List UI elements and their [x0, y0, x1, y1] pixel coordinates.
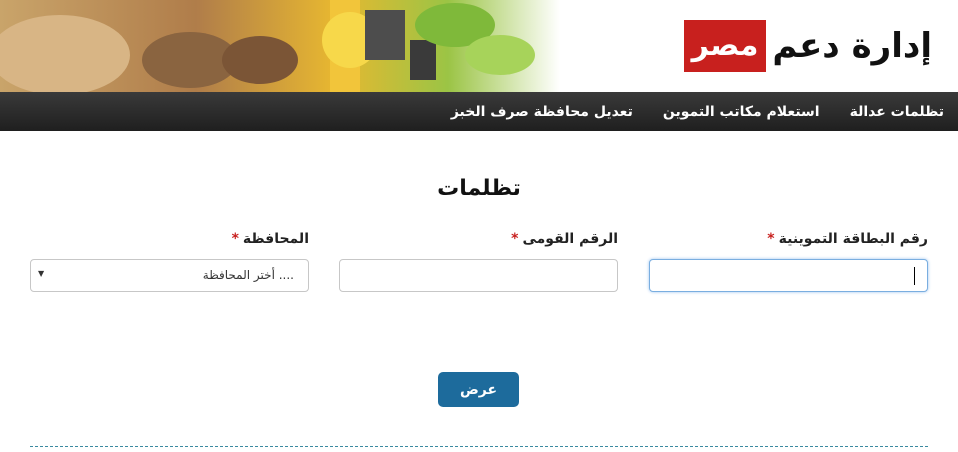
card-number-label: رقم البطاقة التموينية* [649, 228, 928, 250]
required-mark: * [231, 231, 239, 247]
page-title: تظلمات [437, 176, 521, 201]
card-number-input[interactable] [649, 259, 928, 292]
nav-item-supply-offices[interactable]: استعلام مكاتب التموين [663, 104, 820, 120]
governorate-field: المحافظة* .... أختر المحافظة ▼ [30, 228, 309, 292]
national-id-label-text: الرقم القومى [522, 231, 618, 247]
governorate-selected-value: .... أختر المحافظة [202, 268, 294, 282]
nav-item-adala-complaints[interactable]: تظلمات عدالة [850, 104, 944, 120]
governorate-select[interactable]: .... أختر المحافظة ▼ [30, 259, 309, 292]
governorate-label: المحافظة* [30, 228, 309, 250]
national-id-label: الرقم القومى* [339, 228, 618, 250]
divider [30, 446, 928, 447]
site-logo[interactable]: إدارة دعم مصر [683, 20, 932, 72]
required-mark: * [767, 231, 775, 247]
submit-button[interactable]: عرض [438, 372, 519, 407]
dropdown-arrow-icon: ▼ [38, 269, 45, 278]
text-caret [914, 267, 915, 285]
governorate-label-text: المحافظة [242, 231, 309, 247]
header-banner: إدارة دعم مصر [0, 0, 958, 92]
logo-box: مصر [683, 20, 767, 72]
banner-image [0, 0, 560, 92]
main-nav: تظلمات عدالة استعلام مكاتب التموين تعديل… [0, 92, 958, 131]
nav-item-bread-governorate[interactable]: تعديل محافظة صرف الخبز [451, 104, 633, 120]
logo-text: إدارة دعم [772, 26, 932, 66]
national-id-field: الرقم القومى* [339, 228, 618, 292]
national-id-input[interactable] [339, 259, 618, 292]
card-number-label-text: رقم البطاقة التموينية [778, 231, 928, 247]
card-number-field: رقم البطاقة التموينية* [649, 228, 928, 292]
required-mark: * [511, 231, 519, 247]
